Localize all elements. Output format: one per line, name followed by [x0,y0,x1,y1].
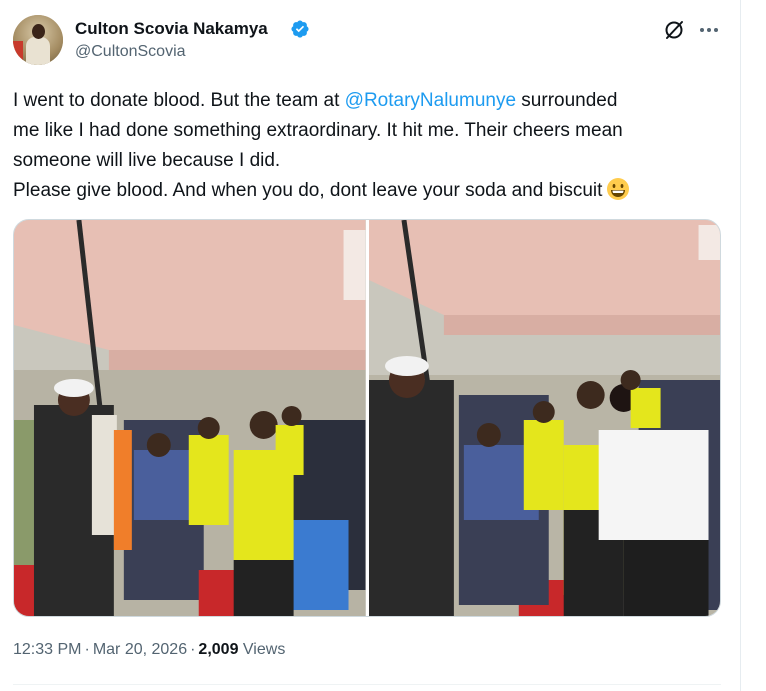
divider [13,684,721,685]
tweet-timestamp[interactable]: 12:33 PM · Mar 20, 2026 [13,641,187,658]
more-horizontal-icon[interactable] [697,19,721,41]
tweet-metadata: 12:33 PM · Mar 20, 2026 · 2,009 Views [13,641,285,659]
tweet-line-2: me like I had done something extraordina… [13,120,623,141]
avatar[interactable] [13,15,63,65]
slashed-circle-icon[interactable] [663,19,685,41]
tweet-line-1: I went to donate blood. But the team at … [13,86,733,116]
meta-separator: · [84,641,90,658]
media-photo-2[interactable] [368,220,720,616]
views-label: Views [242,641,286,658]
mention-link[interactable]: @RotaryNalumunye [345,90,516,111]
media-grid [13,219,721,617]
views-count: 2,009 [198,641,239,658]
tweet-time: 12:33 PM [13,641,82,658]
author-handle[interactable]: @CultonScovia [75,43,186,61]
meta-separator: · [190,641,196,658]
tweet-line-1-start: I went to donate blood. But the team at [13,90,345,111]
tweet-text: I went to donate blood. But the team at … [13,86,733,206]
tweet-line-4: Please give blood. And when you do, dont… [13,176,733,206]
grinning-face-emoji [607,178,630,200]
tweet-date: Mar 20, 2026 [92,641,188,658]
author-name[interactable]: Culton Scovia Nakamya [75,19,268,39]
media-photo-1[interactable] [14,220,366,616]
verified-badge-icon[interactable] [290,19,310,39]
column-divider [740,0,741,691]
tweet-line-4-text: Please give blood. And when you do, dont… [13,180,603,201]
tweet-line-1-end: surrounded [516,90,618,111]
tweet-line-3: someone will live because I did. [13,150,281,171]
